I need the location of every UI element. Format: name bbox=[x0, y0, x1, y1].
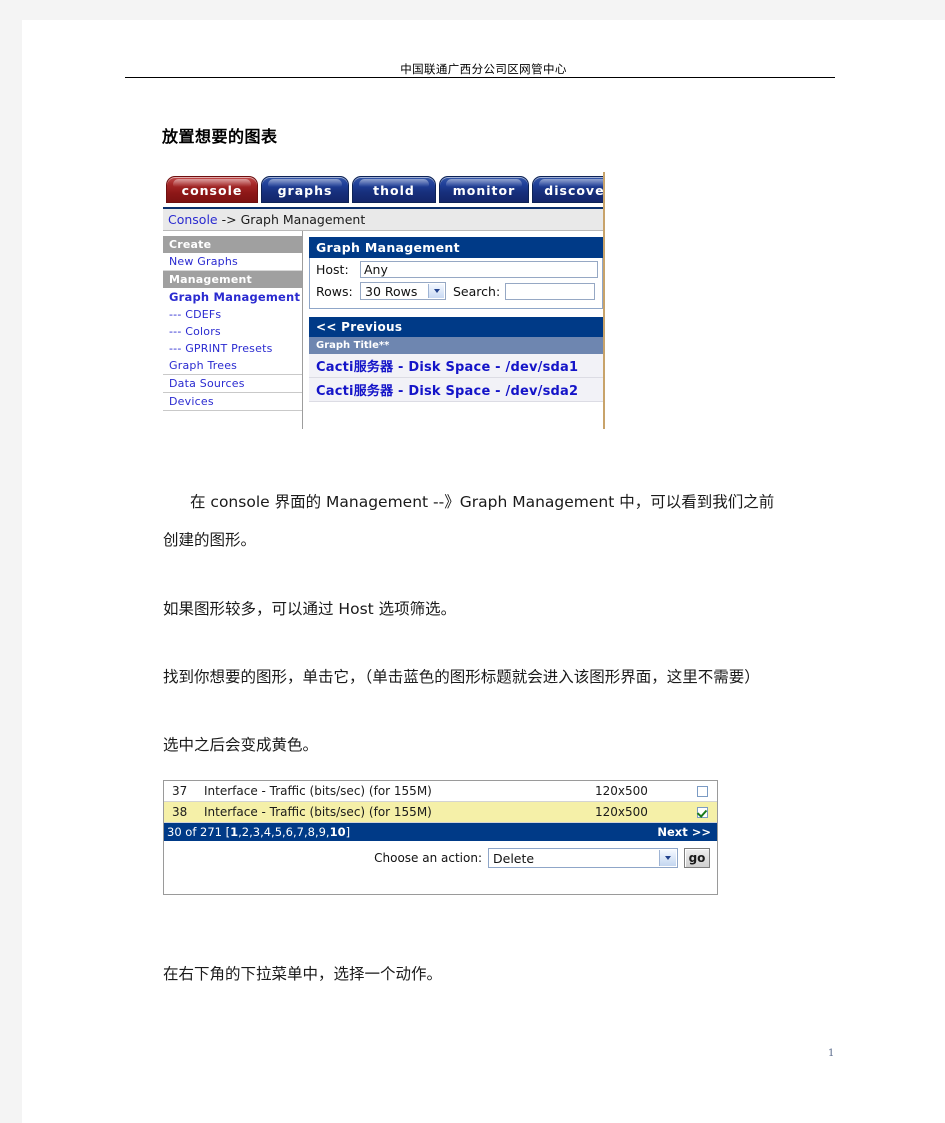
graph-list-screenshot: 37 Interface - Traffic (bits/sec) (for 1… bbox=[163, 780, 718, 895]
sidebar-item-graph-management[interactable]: Graph Management bbox=[163, 288, 302, 306]
panel-title-graph-management: Graph Management bbox=[309, 237, 603, 258]
rows-select-value: 30 Rows bbox=[365, 283, 418, 299]
tab-discover[interactable]: discover bbox=[532, 176, 605, 203]
sidebar-item-devices[interactable]: Devices bbox=[163, 393, 302, 411]
tab-console-label: console bbox=[181, 183, 243, 198]
document-page: 中国联通广西分公司区网管中心 放置想要的图表 console graphs th… bbox=[22, 20, 945, 1123]
sidebar-item-gprint-presets[interactable]: --- GPRINT Presets bbox=[163, 340, 302, 357]
page-title: 放置想要的图表 bbox=[162, 127, 278, 146]
action-area: Choose an action: Delete go bbox=[164, 841, 717, 894]
tab-thold[interactable]: thold bbox=[352, 176, 436, 203]
sidebar-item-data-sources[interactable]: Data Sources bbox=[163, 375, 302, 393]
sidebar-header-management: Management bbox=[163, 271, 302, 288]
sidebar-item-graph-trees[interactable]: Graph Trees bbox=[163, 357, 302, 375]
go-button[interactable]: go bbox=[684, 848, 710, 868]
action-select[interactable]: Delete bbox=[488, 848, 678, 868]
cacti-console-screenshot: console graphs thold monitor discover Co… bbox=[163, 172, 605, 429]
checkbox-icon[interactable] bbox=[696, 785, 708, 797]
running-header-text: 中国联通广西分公司区网管中心 bbox=[400, 62, 567, 76]
breadcrumb-current: Graph Management bbox=[240, 212, 366, 227]
row-title[interactable]: Interface - Traffic (bits/sec) (for 155M… bbox=[204, 784, 595, 798]
host-input[interactable]: Any bbox=[360, 261, 598, 278]
tab-graphs[interactable]: graphs bbox=[261, 176, 349, 203]
pagination-count: 30 of 271 [ bbox=[167, 825, 231, 839]
row-checkbox-cell[interactable] bbox=[687, 785, 717, 797]
cacti-body: Create New Graphs Management Graph Manag… bbox=[163, 231, 603, 429]
pagination-bar: 30 of 271 [1,2,3,4,5,6,7,8,9,10] Next >> bbox=[164, 823, 717, 841]
table-row[interactable]: Cacti服务器 - Disk Space - /dev/sda1 bbox=[309, 354, 603, 378]
tab-thold-label: thold bbox=[373, 183, 415, 198]
next-page-link[interactable]: Next >> bbox=[657, 825, 711, 839]
previous-page-link[interactable]: << Previous bbox=[309, 317, 603, 337]
page-number: 1 bbox=[828, 1048, 835, 1059]
sidebar-item-new-graphs[interactable]: New Graphs bbox=[163, 253, 302, 271]
running-header: 中国联通广西分公司区网管中心 bbox=[22, 60, 945, 78]
row-id: 37 bbox=[172, 784, 188, 798]
tab-monitor[interactable]: monitor bbox=[439, 176, 529, 203]
rows-filter-row: Rows: 30 Rows Search: bbox=[316, 282, 598, 300]
paragraph-3: 找到你想要的图形，单击它，（单击蓝色的图形标题就会进入该图形界面，这里不需要） bbox=[163, 668, 760, 686]
row-title[interactable]: Interface - Traffic (bits/sec) (for 155M… bbox=[204, 805, 595, 819]
pagination-current-page[interactable]: 1 bbox=[230, 825, 238, 839]
rows-select[interactable]: 30 Rows bbox=[360, 282, 446, 300]
rows-label: Rows: bbox=[316, 283, 353, 299]
cacti-sidebar: Create New Graphs Management Graph Manag… bbox=[163, 231, 303, 429]
tab-graphs-label: graphs bbox=[277, 183, 333, 198]
table-row[interactable]: 37 Interface - Traffic (bits/sec) (for 1… bbox=[164, 781, 717, 802]
sidebar-item-cdefs[interactable]: --- CDEFs bbox=[163, 306, 302, 323]
host-filter-row: Host: Any bbox=[316, 261, 598, 278]
search-label: Search: bbox=[453, 283, 501, 299]
host-label: Host: bbox=[316, 262, 349, 277]
pagination-closing: ] bbox=[345, 825, 351, 839]
paragraph-2: 如果图形较多，可以通过 Host 选项筛选。 bbox=[163, 600, 457, 618]
row-size: 120x500 bbox=[595, 784, 648, 798]
paragraph-1-line-2: 创建的图形。 bbox=[163, 531, 257, 549]
row-size: 120x500 bbox=[595, 805, 648, 819]
breadcrumb-link-console[interactable]: Console bbox=[168, 212, 218, 227]
paragraph-4: 选中之后会变成黄色。 bbox=[163, 736, 319, 754]
search-input[interactable] bbox=[505, 282, 596, 300]
row-id: 38 bbox=[172, 805, 188, 819]
table-row[interactable]: 38 Interface - Traffic (bits/sec) (for 1… bbox=[164, 802, 717, 823]
pagination-pages[interactable]: ,2,3,4,5,6,7,8,9, bbox=[238, 825, 329, 839]
checkbox-checked-icon[interactable] bbox=[696, 806, 708, 818]
breadcrumb-separator: -> bbox=[217, 212, 241, 227]
sidebar-item-colors[interactable]: --- Colors bbox=[163, 323, 302, 340]
paragraph-1-line-1: 在 console 界面的 Management --》Graph Manage… bbox=[190, 493, 775, 511]
column-header-graph-title[interactable]: Graph Title** bbox=[309, 337, 603, 354]
breadcrumb: Console -> Graph Management bbox=[163, 209, 603, 231]
graph-filter-box: Host: Any Rows: 30 Rows Search: bbox=[309, 258, 603, 309]
choose-action-label: Choose an action: bbox=[374, 851, 482, 865]
tab-console[interactable]: console bbox=[166, 176, 258, 203]
row-checkbox-cell[interactable] bbox=[687, 806, 717, 818]
tab-monitor-label: monitor bbox=[452, 183, 516, 198]
pagination-last-page[interactable]: 10 bbox=[330, 825, 346, 839]
table-row[interactable]: Cacti服务器 - Disk Space - /dev/sda2 bbox=[309, 378, 603, 402]
cacti-main-content: Graph Management Host: Any Rows: 30 Rows… bbox=[303, 231, 603, 429]
paragraph-5: 在右下角的下拉菜单中，选择一个动作。 bbox=[163, 965, 443, 983]
sidebar-header-create: Create bbox=[163, 236, 302, 253]
pagination-summary: 30 of 271 [1,2,3,4,5,6,7,8,9,10] bbox=[167, 825, 350, 839]
tab-discover-label: discover bbox=[544, 183, 605, 198]
header-rule bbox=[125, 77, 835, 78]
cacti-tab-strip: console graphs thold monitor discover bbox=[163, 172, 603, 209]
action-select-value: Delete bbox=[493, 850, 535, 866]
chevron-down-icon bbox=[428, 284, 444, 298]
chevron-down-icon bbox=[659, 850, 676, 866]
